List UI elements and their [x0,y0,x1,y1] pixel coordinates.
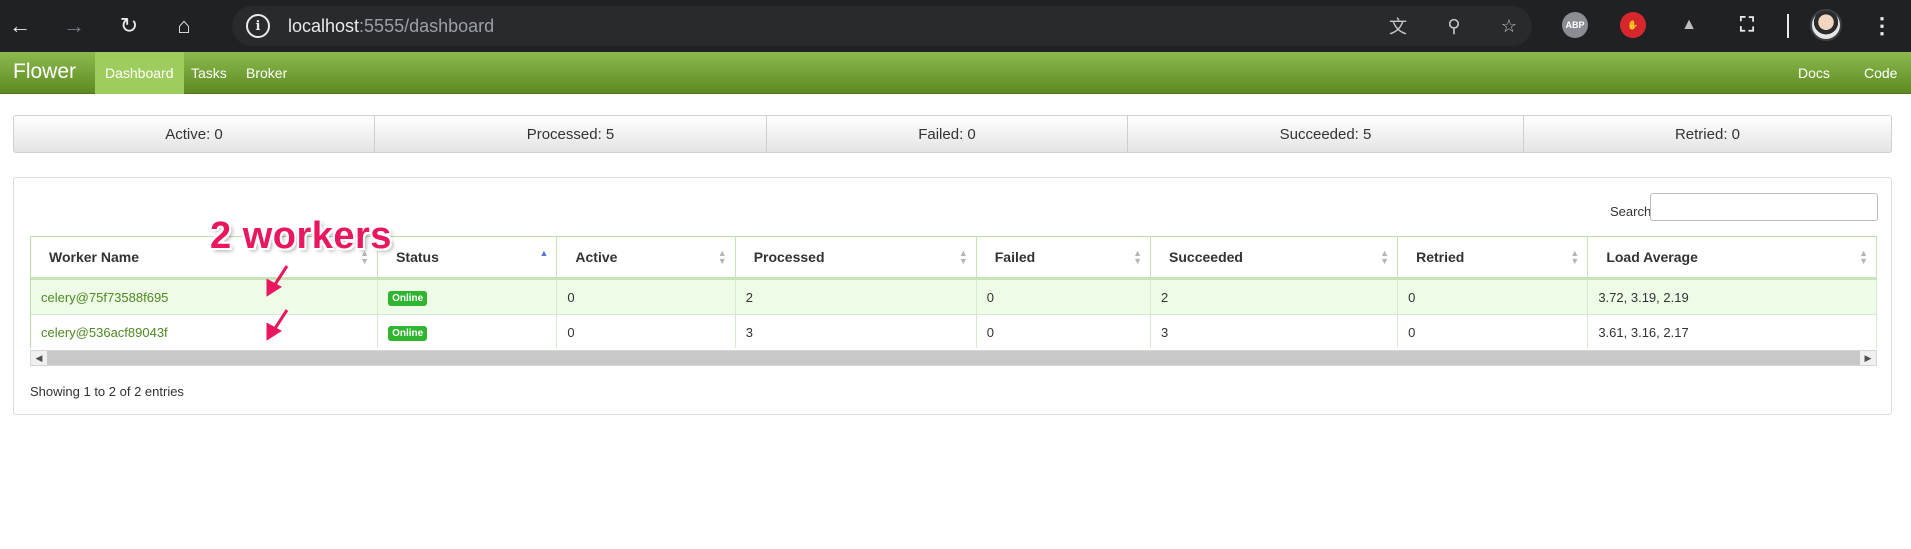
back-arrow-icon[interactable]: ← [6,12,34,40]
status-cell: Online [377,278,558,315]
browser-toolbar: ← → ↻ ⌂ i localhost:5555/dashboard 文 ⚲ ☆… [0,0,1911,52]
brand-logo[interactable]: Flower [13,60,76,84]
sort-icon: ▲ ▼ [717,248,727,266]
active-cell: 0 [556,314,736,348]
nav-tasks[interactable]: Tasks [181,52,237,94]
scroll-right-icon[interactable]: ▶ [1860,351,1876,365]
load-average-cell: 3.72, 3.19, 2.19 [1587,278,1877,315]
toolbar-divider [1787,14,1789,38]
col-status[interactable]: Status ▲ [377,236,558,280]
abp-label: ABP [1565,20,1585,30]
nav-code[interactable]: Code [1854,52,1907,94]
forward-arrow-icon[interactable]: → [60,12,88,40]
stat-active[interactable]: Active: 0 [14,116,375,152]
search-label: Search: [1610,204,1655,219]
translate-icon[interactable]: 文 [1386,14,1410,38]
zoom-icon[interactable]: ⚲ [1442,14,1466,38]
reload-icon[interactable]: ↻ [115,12,143,40]
abp-extension-icon[interactable]: ABP [1562,12,1588,38]
col-label: Succeeded [1169,249,1243,265]
col-label: Worker Name [49,249,140,265]
sort-asc-icon: ▲ [539,248,549,258]
angular-extension-icon[interactable]: ▲ [1676,12,1702,38]
url-text[interactable]: localhost:5555/dashboard [288,16,494,37]
status-badge: Online [388,290,428,306]
worker-link[interactable]: celery@536acf89043f [31,314,379,348]
col-label: Load Average [1606,249,1698,265]
sort-icon: ▲ ▼ [1133,248,1143,266]
col-label: Active [575,249,618,265]
url-path: :5555/dashboard [359,16,495,36]
table-row: celery@75f73588f695 Online 0 2 0 2 0 3.7… [31,278,1877,315]
col-label: Processed [753,249,825,265]
flower-navbar: Flower Dashboard Tasks Broker Docs Code [0,52,1911,94]
extensions-puzzle-icon[interactable]: ⛶ [1734,12,1760,38]
status-cell: Online [377,314,558,348]
horizontal-scrollbar[interactable]: ◀ ▶ [30,350,1877,366]
scroll-left-icon[interactable]: ◀ [31,351,47,365]
processed-cell: 2 [735,278,977,315]
nav-docs[interactable]: Docs [1788,52,1840,94]
browser-menu-icon[interactable]: ⋮ [1870,12,1894,40]
sort-icon: ▲ ▼ [1570,248,1580,266]
active-cell: 0 [556,278,736,315]
succeeded-cell: 3 [1150,314,1399,348]
processed-cell: 3 [735,314,977,348]
search-input[interactable] [1650,193,1878,221]
col-load-average[interactable]: Load Average ▲ ▼ [1587,236,1877,280]
nav-broker[interactable]: Broker [236,52,297,94]
col-label: Failed [994,249,1036,265]
col-succeeded[interactable]: Succeeded ▲ ▼ [1150,236,1399,280]
col-retried[interactable]: Retried ▲ ▼ [1397,236,1589,280]
bookmark-star-icon[interactable]: ☆ [1497,14,1521,38]
failed-cell: 0 [976,314,1152,348]
col-processed[interactable]: Processed ▲ ▼ [735,236,977,280]
col-failed[interactable]: Failed ▲ ▼ [976,236,1152,280]
load-average-cell: 3.61, 3.16, 2.17 [1587,314,1877,348]
table-row: celery@536acf89043f Online 0 3 0 3 0 3.6… [31,314,1877,348]
col-label: Status [396,249,439,265]
annotation-label: 2 workers [210,215,392,257]
retried-cell: 0 [1397,314,1589,348]
stats-bar: Active: 0 Processed: 5 Failed: 0 Succeed… [13,115,1892,153]
site-info-icon[interactable]: i [246,14,270,38]
address-bar[interactable]: i localhost:5555/dashboard 文 ⚲ ☆ [232,6,1532,46]
url-host: localhost [288,16,360,36]
stat-processed[interactable]: Processed: 5 [375,116,767,152]
stat-failed[interactable]: Failed: 0 [767,116,1128,152]
profile-avatar[interactable] [1810,9,1842,41]
sort-icon: ▲ ▼ [1859,248,1868,266]
entries-info: Showing 1 to 2 of 2 entries [30,384,184,399]
col-label: Retried [1416,249,1465,265]
home-icon[interactable]: ⌂ [170,12,198,40]
hand-extension-icon[interactable]: ✋ [1620,12,1646,38]
workers-panel: Search: Worker Name ▲ ▼ Status ▲ Active ▲ ▼ P… [13,177,1892,415]
stat-succeeded[interactable]: Succeeded: 5 [1128,116,1524,152]
sort-icon: ▲ ▼ [1380,248,1390,266]
retried-cell: 0 [1397,278,1589,315]
stat-retried[interactable]: Retried: 0 [1524,116,1891,152]
failed-cell: 0 [976,278,1152,315]
col-active[interactable]: Active ▲ ▼ [556,236,736,280]
worker-link[interactable]: celery@75f73588f695 [31,278,379,315]
succeeded-cell: 2 [1150,278,1399,315]
sort-icon: ▲ ▼ [958,248,968,266]
status-badge: Online [388,326,428,341]
nav-dashboard[interactable]: Dashboard [95,52,184,94]
